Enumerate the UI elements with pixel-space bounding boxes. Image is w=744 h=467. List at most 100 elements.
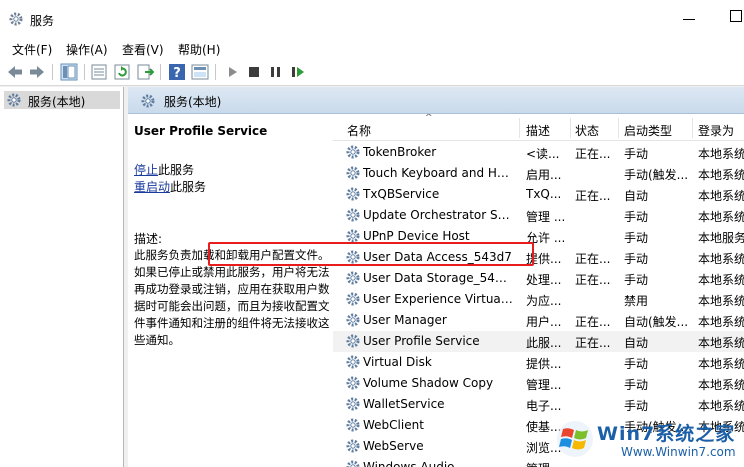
service-row[interactable]: User Profile Service 此服... 正在... 自动 本地系统 [333,331,744,352]
column-header-startup-type[interactable]: 启动类型 [624,122,672,140]
service-row[interactable]: WalletService 电子... 手动 本地系统 [333,394,744,415]
service-gear-icon [346,313,360,327]
service-startup-type: 自动 [624,189,649,203]
services-gear-icon [9,12,23,26]
service-description: 为应... [526,294,562,308]
service-gear-icon [346,376,360,390]
pane-header: 服务(本地) [128,87,744,114]
maximize-button[interactable] [730,10,742,22]
service-row[interactable]: Virtual Disk 提供... 手动 本地系统 [333,352,744,373]
service-row[interactable]: TxQBService TxQ... 正在... 自动 本地系统 [333,184,744,205]
restart-icon[interactable] [289,63,307,81]
service-gear-icon [346,439,360,453]
service-name: TokenBroker [363,145,437,159]
service-description: 用户... [526,315,562,329]
menu-file[interactable]: 文件(F) [12,41,52,58]
service-row[interactable]: User Manager 用户... 正在... 自动(触发... 本地系统 [333,310,744,331]
pause-icon[interactable] [267,63,285,81]
restart-service-link[interactable]: 重启动 [134,180,170,194]
service-gear-icon [346,208,360,222]
service-description: 处理... [526,273,562,287]
minimize-button[interactable] [683,19,695,20]
column-divider[interactable] [618,118,619,138]
service-name: Touch Keyboard and Ha... [363,166,513,180]
service-log-on-as: 本地系统 [698,210,744,224]
stop-icon[interactable] [245,63,263,81]
service-startup-type: 手动 [624,252,649,266]
service-row[interactable]: Update Orchestrator Ser... 管理 ... 手动 本地系统 [333,205,744,226]
service-startup-type: 手动 [624,147,649,161]
service-name: Volume Shadow Copy [363,376,494,390]
help-icon[interactable]: ? [168,63,186,81]
column-header-log-on-as[interactable]: 登录为 [698,122,734,140]
column-divider[interactable] [570,118,571,138]
service-startup-type: 手动 [624,378,649,392]
service-log-on-as: 本地系统 [698,399,744,413]
service-row[interactable]: Touch Keyboard and Ha... 启用... 手动(触发... 本地系… [333,163,744,184]
service-name: User Manager [363,313,447,327]
services-gear-icon [141,94,155,108]
service-row[interactable]: User Experience Virtualiz... 为应... 禁用 本地系统 [333,289,744,310]
forward-icon[interactable] [28,63,46,81]
show-hide-tree-icon[interactable] [60,63,78,81]
services-gear-icon [7,93,21,107]
tree-pane: 服务(本地) [0,87,124,467]
tree-item-services-local[interactable]: 服务(本地) [4,91,120,109]
service-startup-type: 自动 [624,336,649,350]
service-log-on-as: 本地系统 [698,357,744,371]
toolbar-separator [160,64,161,80]
service-description: 提供... [526,357,562,371]
service-description: 管理 ... [526,210,566,224]
service-name: User Data Storage_543d7 [363,271,513,285]
service-gear-icon [346,334,360,348]
properties-icon[interactable] [90,63,108,81]
selected-service-title: User Profile Service [134,124,268,138]
service-name: Virtual Disk [363,355,432,369]
pane-header-label: 服务(本地) [164,95,222,109]
service-name: UPnP Device Host [363,229,470,243]
services-pane: 服务(本地) User Profile Service 停止此服务 重启动此服务… [128,87,744,467]
service-startup-type: 手动 [624,231,649,245]
refresh-icon[interactable] [113,63,131,81]
back-icon[interactable] [6,63,24,81]
stop-service-link[interactable]: 停止 [134,163,158,177]
export-icon[interactable] [136,63,154,81]
service-startup-type: 手动 [624,399,649,413]
service-log-on-as: 本地系统 [698,252,744,266]
toolbar-separator [52,64,53,80]
service-log-on-as: 本地系统 [698,273,744,287]
column-header-status[interactable]: 状态 [575,122,599,140]
sort-ascending-icon: ^ [425,114,433,123]
service-startup-type: 手动 [624,357,649,371]
column-divider[interactable] [519,118,520,138]
list-header: ^ 名称 描述 状态 启动类型 登录为 [333,114,744,141]
service-gear-icon [346,418,360,432]
menu-action[interactable]: 操作(A) [66,41,108,58]
description-panel: User Profile Service 停止此服务 重启动此服务 描述: 此服… [128,114,333,467]
service-log-on-as: 本地系统 [698,168,744,182]
service-row[interactable]: Volume Shadow Copy 管理... 手动 本地系统 [333,373,744,394]
menu-view[interactable]: 查看(V) [122,41,164,58]
service-name: WebServe [363,439,424,453]
column-header-description[interactable]: 描述 [526,122,550,140]
service-description: 此服... [526,336,562,350]
title-bar: 服务 [0,0,744,38]
menu-bar: 文件(F) 操作(A) 查看(V) 帮助(H) [0,38,744,58]
service-gear-icon [346,460,360,467]
service-gear-icon [346,292,360,306]
column-header-name[interactable]: 名称 [347,122,371,140]
service-log-on-as: 本地服务 [698,231,744,245]
stop-service-suffix: 此服务 [158,163,195,177]
service-row[interactable]: User Data Storage_543d7 处理... 正在... 手动 本地系统 [333,268,744,289]
service-gear-icon [346,397,360,411]
toolbar-separator [84,64,85,80]
service-startup-type: 手动(触发... [624,168,689,182]
svg-text:?: ? [173,66,181,81]
service-gear-icon [346,166,360,180]
column-divider[interactable] [692,118,693,138]
view-icon[interactable] [191,63,209,81]
menu-help[interactable]: 帮助(H) [178,41,220,58]
service-row[interactable]: TokenBroker <读... 正在... 手动 本地系统 [333,142,744,163]
service-startup-type: 禁用 [624,294,649,308]
start-icon[interactable] [224,63,242,81]
